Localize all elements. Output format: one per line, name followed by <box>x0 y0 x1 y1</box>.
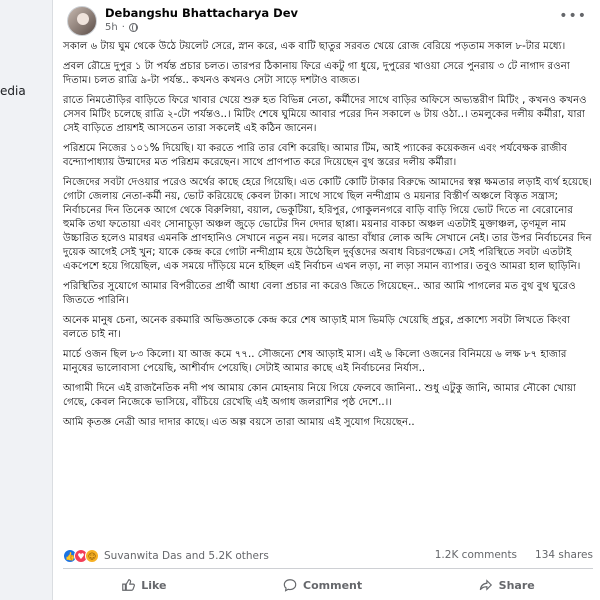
post-time[interactable]: 5h <box>105 22 118 33</box>
share-button[interactable]: Share <box>479 578 535 592</box>
engagement-counts: 1.2K comments 134 shares <box>435 549 593 561</box>
post-paragraph: আমি কৃতজ্ঞ নেত্রী আর দাদার কাছে। এত অল্প… <box>63 417 415 428</box>
post-paragraph: অনেক মানুষ চেনা, অনেক রকমারি অভিজ্ঞতাকে … <box>63 315 571 340</box>
post-actions: Like Comment Share <box>63 572 593 598</box>
post-paragraph: পরিশ্রমে নিজের ১০১% দিয়েছি। যা করতে পার… <box>63 143 568 168</box>
thumbs-up-icon <box>122 579 136 591</box>
like-button[interactable]: Like <box>121 578 167 592</box>
share-count[interactable]: 134 shares <box>535 549 593 561</box>
post-meta: 5h · <box>105 22 138 33</box>
more-options-button[interactable]: ••• <box>559 8 587 24</box>
post-paragraph: মার্চে ওজন ছিল ৮৩ কিলো। যা আজ কমে ৭৭.. স… <box>63 349 567 374</box>
post-paragraph: আগামী দিনে এই রাজনৈতিক নদী পথ আমায় কোন … <box>63 383 576 408</box>
like-label: Like <box>141 578 167 592</box>
divider <box>63 568 593 569</box>
post-card: Debangshu Bhattacharya Dev 5h · ••• সকাল… <box>52 0 600 600</box>
comment-count[interactable]: 1.2K comments <box>435 549 517 561</box>
post-paragraph: পরিস্থিতির সুযোগে আমার বিপরীতের প্রার্থী… <box>63 281 576 306</box>
post-paragraph: নিজেদের সবটা দেওয়ার পরেও অর্থের কাছে হে… <box>63 177 592 272</box>
post-paragraph: প্রবল রৌদ্রে দুপুর ১ টা পর্যন্ত প্রচার চ… <box>63 61 570 86</box>
reaction-names[interactable]: Suvanwita Das and 5.2K others <box>104 550 269 562</box>
author-name[interactable]: Debangshu Bhattacharya Dev <box>105 6 298 20</box>
post-body: সকাল ৬ টায় ঘুম থেকে উঠে টয়লেট সেরে, স্… <box>63 40 593 436</box>
post-paragraph: সকাল ৬ টায় ঘুম থেকে উঠে টয়লেট সেরে, স্… <box>63 41 566 52</box>
reaction-stats: 👍 ♥ ☺ Suvanwita Das and 5.2K others 1.2K… <box>63 547 593 565</box>
share-icon <box>479 579 492 591</box>
comment-icon <box>283 579 297 592</box>
globe-icon <box>128 23 138 32</box>
reaction-summary[interactable]: 👍 ♥ ☺ Suvanwita Das and 5.2K others <box>63 549 269 563</box>
post-paragraph: রাতে নিমতৌড়ির বাড়িতে ফিরে খাবার খেয়ে … <box>63 95 587 134</box>
sidebar-fragment-text[interactable]: edia <box>0 84 26 98</box>
avatar[interactable] <box>67 6 97 36</box>
post-header: Debangshu Bhattacharya Dev 5h · ••• <box>53 0 600 40</box>
comment-label: Comment <box>303 578 363 592</box>
left-sidebar-edge: edia <box>0 0 52 600</box>
care-icon: ☺ <box>85 549 99 563</box>
separator-dot: · <box>121 22 125 33</box>
share-label: Share <box>498 578 535 592</box>
comment-button[interactable]: Comment <box>283 578 362 592</box>
